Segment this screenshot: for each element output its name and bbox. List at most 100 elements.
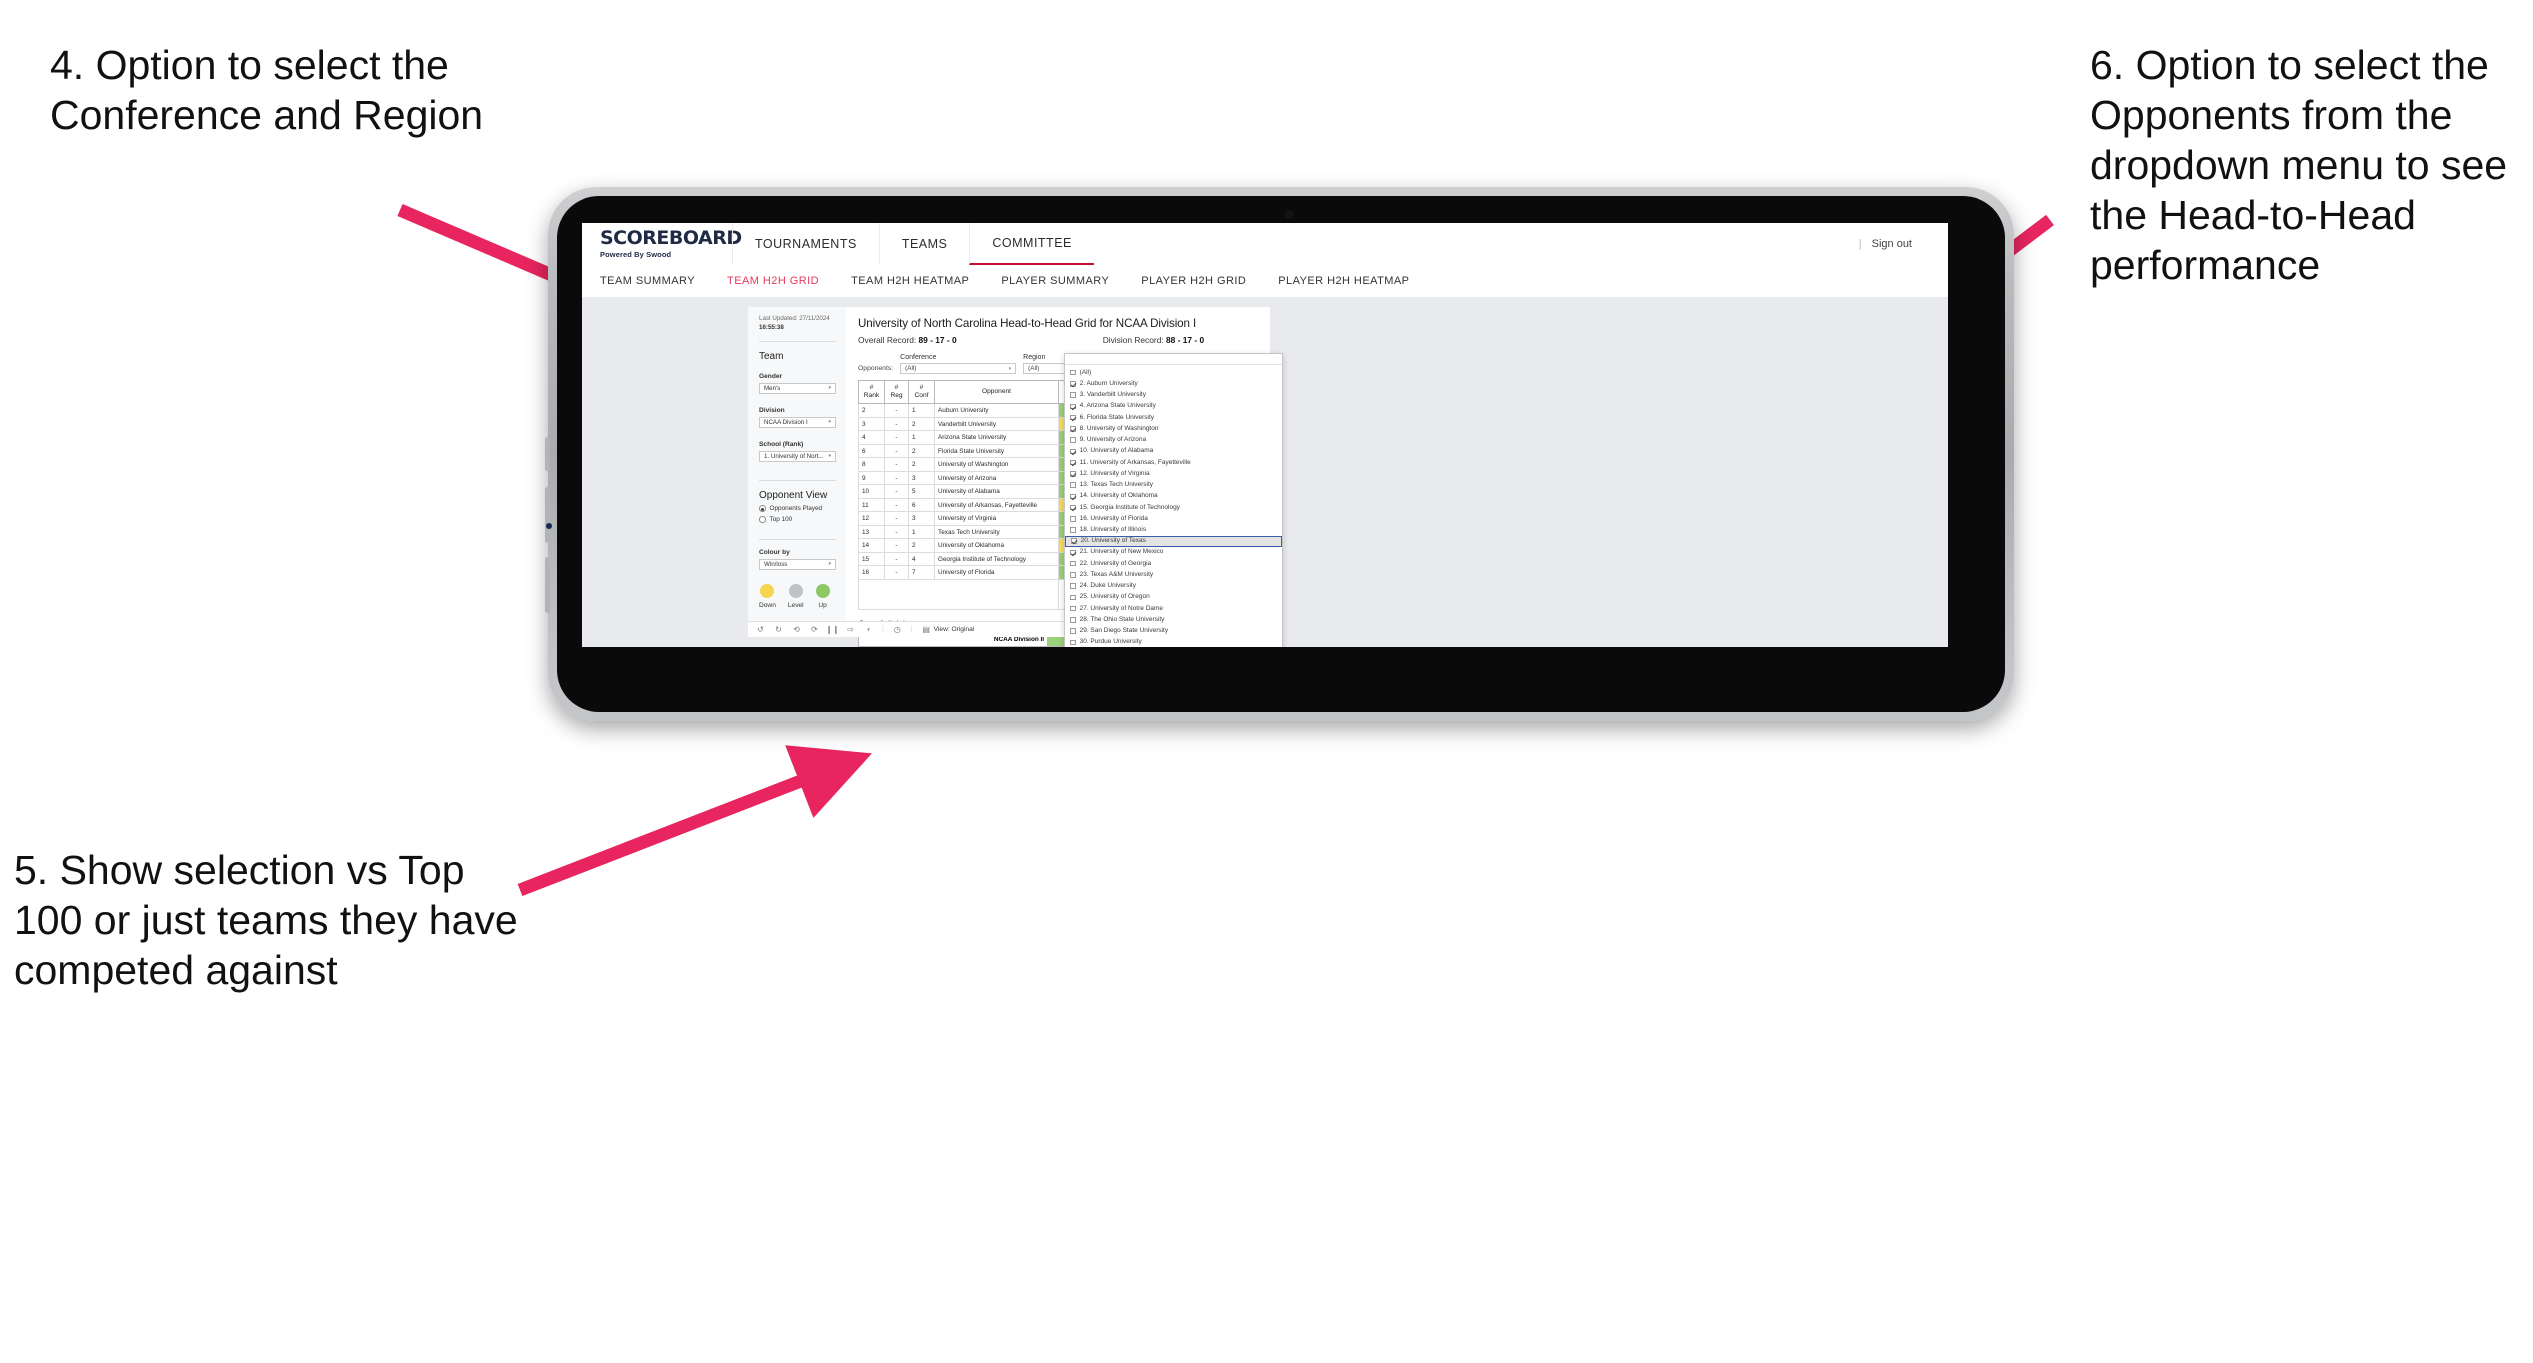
checkbox-icon[interactable] bbox=[1071, 538, 1077, 545]
cell-conf: 5 bbox=[908, 484, 935, 499]
cell-reg: - bbox=[884, 443, 909, 459]
division-record-label: Division Record: bbox=[1102, 335, 1164, 345]
toolbar-separator: | bbox=[910, 626, 913, 633]
radio-icon bbox=[759, 505, 766, 512]
opponent-dropdown-item[interactable]: 2. Auburn University bbox=[1065, 378, 1282, 389]
opponent-dropdown-item[interactable]: 25. University of Oregon bbox=[1065, 592, 1282, 603]
checkbox-icon[interactable] bbox=[1070, 426, 1076, 432]
nav-items: TOURNAMENTS TEAMS COMMITTEE bbox=[732, 223, 1094, 265]
checkbox-icon[interactable] bbox=[1070, 594, 1076, 601]
division-value: NCAA Division I bbox=[764, 418, 808, 426]
tab-team-h2h-heatmap[interactable]: TEAM H2H HEATMAP bbox=[835, 275, 985, 287]
nav-item-teams[interactable]: TEAMS bbox=[878, 223, 970, 265]
checkbox-icon[interactable] bbox=[1070, 414, 1076, 421]
refresh-icon[interactable]: ⟳ bbox=[810, 625, 819, 634]
tab-team-summary[interactable]: TEAM SUMMARY bbox=[582, 275, 711, 287]
volume-down-button[interactable] bbox=[545, 557, 550, 613]
opponent-dropdown-item[interactable]: 30. Purdue University bbox=[1065, 637, 1282, 647]
share-icon[interactable]: ⇨ bbox=[846, 625, 855, 634]
opponent-dropdown-item[interactable]: 4. Arizona State University bbox=[1065, 401, 1282, 412]
opponent-dropdown-item[interactable]: (All) bbox=[1065, 367, 1282, 378]
legend-dot-up-icon bbox=[815, 583, 830, 598]
opponent-dropdown-item[interactable]: 23. Texas A&M University bbox=[1065, 569, 1282, 580]
checkbox-icon[interactable] bbox=[1070, 437, 1076, 443]
opponent-dropdown-item[interactable]: 11. University of Arkansas, Fayetteville bbox=[1065, 457, 1282, 468]
opponent-dropdown-item[interactable]: 3. Vanderbilt University bbox=[1065, 390, 1282, 401]
radio-top-100[interactable]: Top 100 bbox=[759, 516, 836, 523]
checkbox-icon[interactable] bbox=[1070, 482, 1076, 488]
cell-conf: 4 bbox=[908, 551, 935, 567]
colour-by-select[interactable]: Win/loss ▾ bbox=[759, 558, 836, 570]
opponent-dropdown-item[interactable]: 22. University of Georgia bbox=[1065, 558, 1282, 569]
opponent-dropdown-item[interactable]: 14. University of Oklahoma bbox=[1065, 491, 1282, 502]
pause-icon[interactable]: ❙❙ bbox=[826, 625, 839, 634]
school-rank-value: 1. University of Nort... bbox=[764, 452, 824, 460]
opponent-dropdown-item[interactable]: 15. Georgia Institute of Technology bbox=[1065, 502, 1282, 513]
checkbox-icon[interactable] bbox=[1070, 639, 1076, 646]
opponent-dropdown-item[interactable]: 18. University of Illinois bbox=[1065, 525, 1282, 536]
legend-label-up: Up bbox=[818, 601, 827, 609]
opponent-dropdown-item[interactable]: 24. Duke University bbox=[1065, 581, 1282, 592]
history-icon[interactable]: ◷ bbox=[893, 625, 902, 634]
division-select[interactable]: NCAA Division I ▾ bbox=[759, 416, 836, 428]
checkbox-icon[interactable] bbox=[1070, 527, 1076, 533]
dashboard-card: Last Updated: 27/11/2024 16:55:38 Team G… bbox=[748, 307, 1283, 647]
volume-up-button[interactable] bbox=[545, 487, 550, 543]
checkbox-icon[interactable] bbox=[1070, 369, 1076, 376]
checkbox-icon[interactable] bbox=[1070, 516, 1076, 522]
checkbox-icon[interactable] bbox=[1070, 493, 1076, 500]
tablet-frame: SCOREBOARD Powered By Swood TOURNAMENTS … bbox=[545, 187, 2014, 721]
view-original-button[interactable]: ▤ View: Original bbox=[922, 625, 974, 634]
power-button[interactable] bbox=[545, 437, 550, 471]
opponent-dropdown-item[interactable]: 27. University of Notre Dame bbox=[1065, 603, 1282, 614]
opponent-dropdown-item[interactable]: 8. University of Washington bbox=[1065, 423, 1282, 434]
opponent-dropdown-item[interactable]: 12. University of Virginia bbox=[1065, 468, 1282, 479]
annotation-6: 6. Option to select the Opponents from t… bbox=[2090, 42, 2508, 289]
opponent-dropdown-item[interactable]: 28. The Ohio State University bbox=[1065, 614, 1282, 625]
checkbox-icon[interactable] bbox=[1070, 392, 1076, 398]
checkbox-icon[interactable] bbox=[1070, 381, 1076, 387]
checkbox-icon[interactable] bbox=[1070, 628, 1076, 634]
opponent-dropdown-item[interactable]: 21. University of New Mexico bbox=[1065, 547, 1282, 558]
undo-icon[interactable]: ↺ bbox=[756, 625, 765, 634]
cell-opponent: University of Arizona bbox=[934, 470, 1059, 486]
opponent-dropdown-item[interactable]: 29. San Diego State University bbox=[1065, 626, 1282, 637]
conference-select[interactable]: (All) ▾ bbox=[900, 363, 1017, 374]
checkbox-icon[interactable] bbox=[1070, 583, 1076, 589]
opponent-dropdown-search[interactable] bbox=[1065, 354, 1282, 365]
checkbox-icon[interactable] bbox=[1070, 617, 1076, 623]
checkbox-icon[interactable] bbox=[1070, 504, 1076, 511]
checkbox-icon[interactable] bbox=[1070, 549, 1076, 556]
opponent-dropdown-item[interactable]: 6. Florida State University bbox=[1065, 412, 1282, 423]
opponent-dropdown-menu[interactable]: (All) 2. Auburn University 3. Vanderbilt U… bbox=[1064, 353, 1283, 647]
sign-out-link[interactable]: Sign out bbox=[1872, 238, 1912, 250]
opponent-dropdown-item[interactable]: 9. University of Arizona bbox=[1065, 435, 1282, 446]
checkbox-icon[interactable] bbox=[1070, 459, 1076, 466]
opponent-dropdown-item[interactable]: 20. University of Texas bbox=[1065, 535, 1282, 547]
opponent-dropdown-item[interactable]: 10. University of Alabama bbox=[1065, 446, 1282, 457]
radio-opponents-played[interactable]: Opponents Played bbox=[759, 505, 836, 512]
checkbox-icon[interactable] bbox=[1070, 471, 1076, 477]
opponent-dropdown-item[interactable]: 16. University of Florida bbox=[1065, 513, 1282, 524]
checkbox-icon[interactable] bbox=[1070, 572, 1076, 578]
checkbox-icon[interactable] bbox=[1070, 448, 1076, 455]
opponent-dropdown-item-label: 15. Georgia Institute of Technology bbox=[1079, 503, 1180, 511]
chevron-down-icon[interactable]: ▾ bbox=[864, 625, 873, 634]
revert-icon[interactable]: ⟲ bbox=[792, 625, 801, 634]
tab-team-h2h-grid[interactable]: TEAM H2H GRID bbox=[711, 275, 835, 287]
checkbox-icon[interactable] bbox=[1070, 560, 1076, 567]
brand-logo[interactable]: SCOREBOARD Powered By Swood bbox=[582, 223, 742, 265]
opponent-dropdown-item[interactable]: 13. Texas Tech University bbox=[1065, 480, 1282, 491]
checkbox-icon[interactable] bbox=[1070, 403, 1076, 410]
checkbox-icon[interactable] bbox=[1070, 605, 1076, 612]
nav-item-committee[interactable]: COMMITTEE bbox=[969, 223, 1094, 265]
cell-conf: 2 bbox=[908, 416, 935, 432]
school-rank-select[interactable]: 1. University of Nort... ▾ bbox=[759, 450, 836, 462]
nav-item-tournaments[interactable]: TOURNAMENTS bbox=[732, 223, 879, 265]
tab-player-summary[interactable]: PLAYER SUMMARY bbox=[985, 275, 1125, 287]
tab-player-h2h-grid[interactable]: PLAYER H2H GRID bbox=[1125, 275, 1262, 287]
cell-rank: 11 bbox=[858, 497, 885, 513]
redo-icon[interactable]: ↻ bbox=[774, 625, 783, 634]
tab-player-h2h-heatmap[interactable]: PLAYER H2H HEATMAP bbox=[1262, 275, 1425, 287]
gender-select[interactable]: Men's ▾ bbox=[759, 382, 836, 394]
